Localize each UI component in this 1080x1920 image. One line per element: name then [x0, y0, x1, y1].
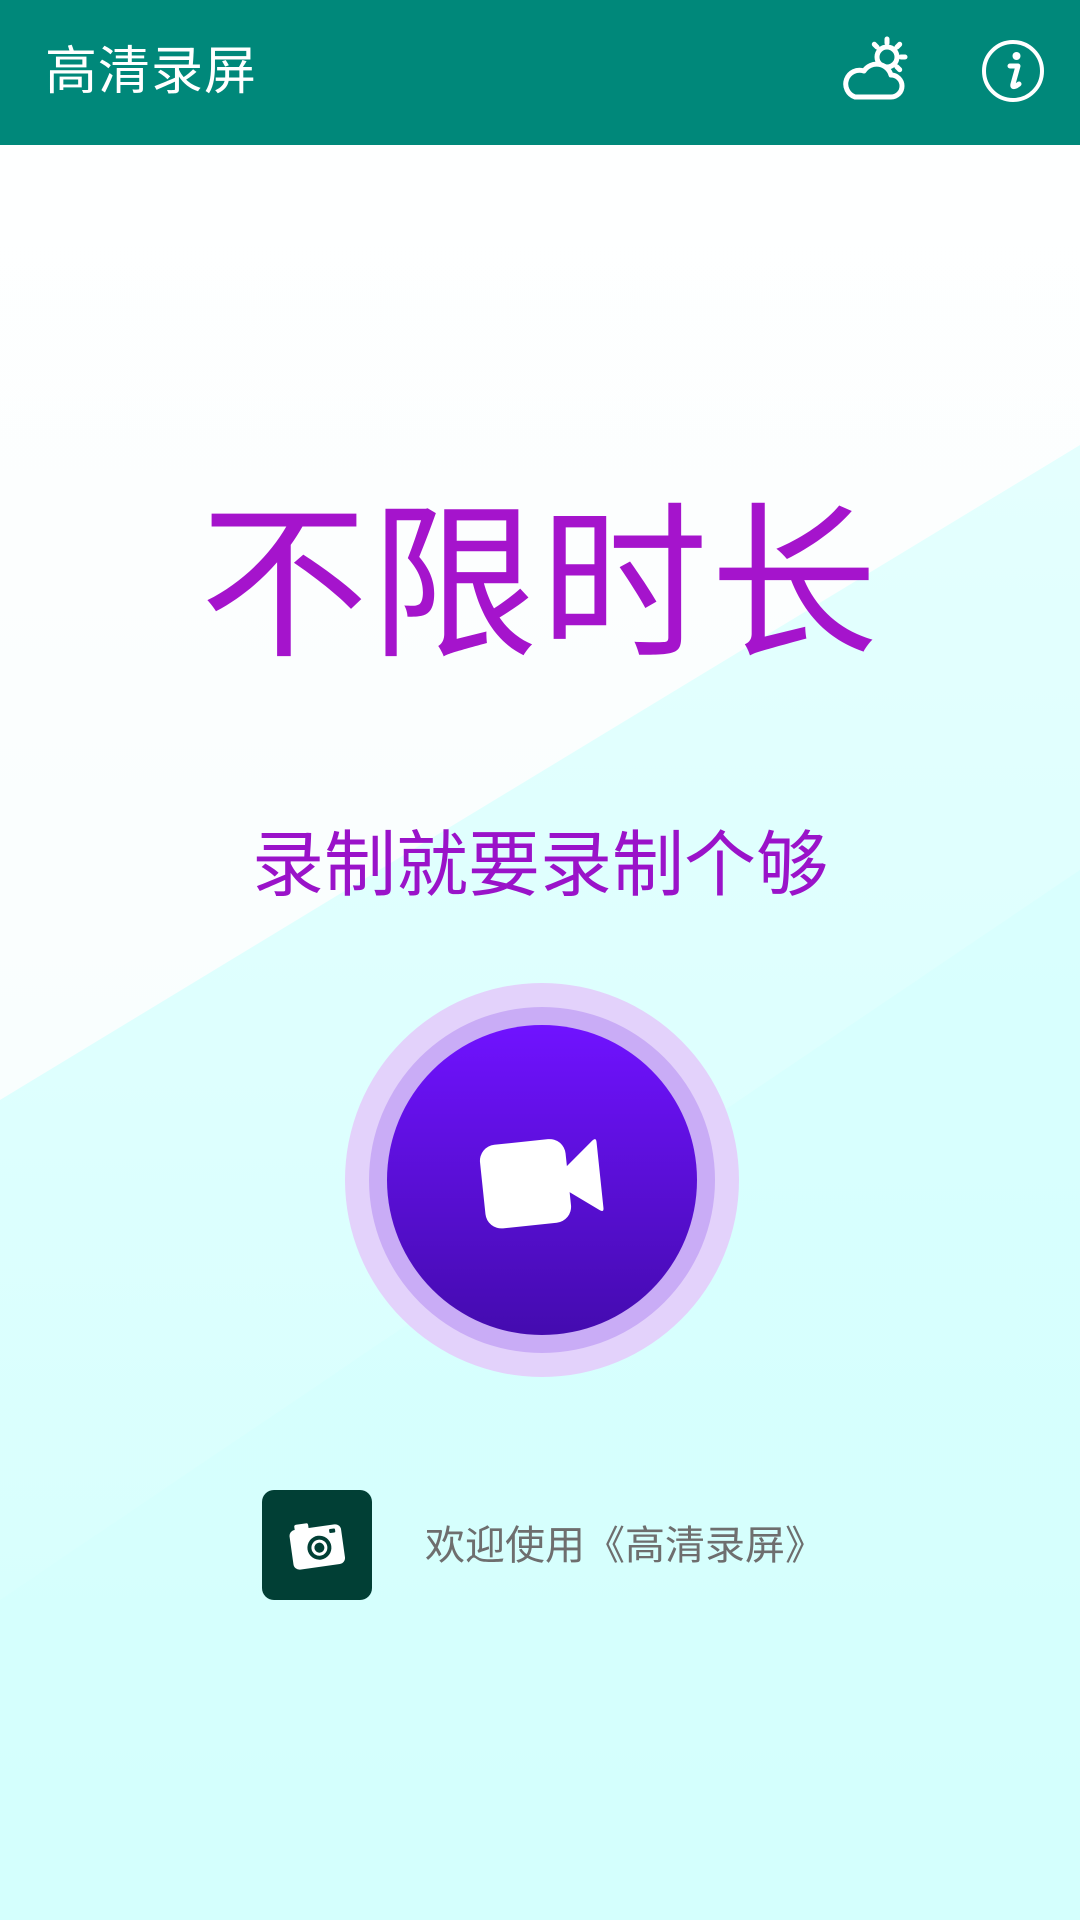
- weather-button[interactable]: [828, 26, 922, 120]
- info-button[interactable]: [966, 26, 1060, 120]
- cloud-sun-icon: [835, 31, 915, 115]
- subheadline: 录制就要录制个够: [251, 823, 828, 907]
- camera-app-icon: [262, 1490, 372, 1600]
- background: [0, 0, 1080, 1920]
- video-camera-icon: [472, 1118, 612, 1242]
- headline: 不限时长: [200, 487, 880, 683]
- welcome-text: 欢迎使用《高清录屏》: [425, 1523, 825, 1569]
- record-button[interactable]: [345, 983, 739, 1377]
- record-button-core: [387, 1025, 697, 1335]
- app-title: 高清录屏: [45, 42, 258, 102]
- app-bar: 高清录屏: [0, 0, 1080, 145]
- info-icon: [980, 38, 1046, 108]
